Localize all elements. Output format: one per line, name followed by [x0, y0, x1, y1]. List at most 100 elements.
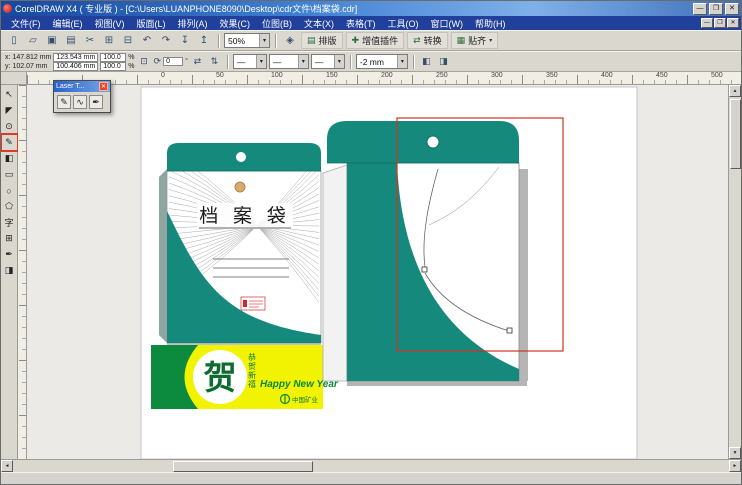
horizontal-ruler[interactable]: 050100150200250300350400450500 — [27, 72, 741, 85]
layout-button[interactable]: ▤排版 — [301, 32, 343, 49]
document-restore-button[interactable]: ❐ — [714, 18, 726, 28]
mirror-horizontal-button[interactable]: ⇄ — [190, 54, 205, 69]
fill-settings-button[interactable]: ◨ — [436, 54, 451, 69]
maximize-button[interactable]: ❐ — [709, 3, 723, 15]
undo-icon[interactable]: ↶ — [138, 32, 156, 49]
ruler-origin-corner[interactable] — [1, 72, 27, 85]
smart-fill-tool[interactable]: ◧ — [2, 151, 17, 166]
scroll-up-button[interactable]: ▲ — [729, 85, 741, 97]
menu-item-4[interactable]: 版面(L) — [131, 17, 172, 30]
scale-x-field[interactable]: 100.0 — [100, 53, 126, 62]
horizontal-scrollbar[interactable]: ◄ ► — [1, 459, 741, 472]
mirror-vertical-button[interactable]: ⇅ — [207, 54, 222, 69]
rectangle-tool[interactable]: ▭ — [2, 167, 17, 182]
arrow-end-combo[interactable]: — ▾ — [311, 54, 345, 69]
import-icon[interactable]: ↧ — [176, 32, 194, 49]
lock-ratio-button[interactable]: ⊡ — [137, 54, 152, 69]
zoom-level-value: 50% — [228, 36, 245, 46]
arrow-start-combo[interactable]: — ▾ — [233, 54, 267, 69]
object-position-fields[interactable]: x:147.812 mm y:102.07 mm — [5, 53, 51, 71]
pen-tool[interactable]: ✒ — [89, 95, 103, 109]
object-size-fields[interactable]: 123.543 mm 100.406 mm — [53, 53, 98, 71]
snap-icon: ▦ — [457, 35, 466, 46]
object-scale-fields[interactable]: 100.0% 100.0% — [100, 53, 134, 71]
scroll-right-button[interactable]: ► — [729, 460, 741, 472]
line-style-combo[interactable]: — ▾ — [269, 54, 309, 69]
convert-button[interactable]: ⇄转换 — [407, 32, 448, 49]
table-tool[interactable]: ⊞ — [2, 231, 17, 246]
new-document-icon[interactable]: ▯ — [5, 32, 23, 49]
left-envelope-hole — [236, 152, 246, 162]
save-icon[interactable]: ▣ — [43, 32, 61, 49]
cut-icon[interactable]: ✂ — [81, 32, 99, 49]
chevron-down-icon: ▾ — [256, 55, 266, 68]
right-envelope-gusset — [323, 165, 347, 381]
scroll-left-button[interactable]: ◄ — [1, 460, 13, 472]
polygon-tool[interactable]: ⬠ — [2, 199, 17, 214]
toolbar-separator — [275, 34, 276, 48]
left-envelope[interactable]: 档 案 袋 — [159, 143, 321, 347]
right-envelope[interactable] — [323, 121, 528, 386]
curve-node-handle[interactable] — [422, 267, 427, 272]
new-year-banner[interactable]: 贺 恭贺新禧 Happy New Year 中国矿业 — [151, 345, 339, 409]
menu-item-6[interactable]: 效果(C) — [214, 17, 257, 30]
chevron-down-icon: ▾ — [334, 55, 344, 68]
height-field[interactable]: 100.406 mm — [53, 62, 98, 71]
rotate-icon: ⟳ — [154, 56, 162, 67]
paste-icon[interactable]: ⊟ — [119, 32, 137, 49]
vertical-scroll-thumb[interactable] — [730, 99, 741, 169]
plugins-button[interactable]: ✚增值插件 — [346, 32, 405, 49]
vertical-ruler[interactable] — [18, 85, 27, 459]
menu-item-9[interactable]: 表格(T) — [340, 17, 382, 30]
zoom-level-combo[interactable]: 50% ▾ — [224, 33, 270, 48]
degree-label: ° — [185, 58, 188, 65]
menu-item-12[interactable]: 帮助(H) — [469, 17, 512, 30]
freehand-tool[interactable]: ✎ — [2, 135, 17, 150]
ellipse-tool[interactable]: ○ — [2, 183, 17, 198]
outline-pen-tool[interactable]: ✒ — [2, 247, 17, 262]
redo-icon[interactable]: ↷ — [157, 32, 175, 49]
horizontal-scroll-thumb[interactable] — [173, 461, 313, 472]
scale-y-field[interactable]: 100.0 — [100, 62, 126, 71]
scroll-down-button[interactable]: ▼ — [729, 447, 741, 459]
outline-width-combo[interactable]: -2 mm ▾ — [356, 54, 408, 69]
pick-tool[interactable]: ↖ — [2, 87, 17, 102]
width-field[interactable]: 123.543 mm — [53, 53, 98, 62]
mining-logo-label: 中国矿业 — [292, 395, 319, 404]
palette-title-bar[interactable]: Laser T... ✕ — [54, 81, 110, 92]
rotation-angle-field[interactable]: 0 — [163, 57, 183, 66]
minimize-button[interactable]: — — [693, 3, 707, 15]
snap-button[interactable]: ▦贴齐▾ — [451, 32, 499, 49]
menu-item-11[interactable]: 窗口(W) — [425, 17, 470, 30]
palette-close-button[interactable]: ✕ — [99, 82, 108, 91]
zoom-tool[interactable]: ⊙ — [2, 119, 17, 134]
print-icon[interactable]: ▤ — [62, 32, 80, 49]
percent-label: % — [128, 53, 134, 62]
close-button[interactable]: ✕ — [725, 3, 739, 15]
open-icon[interactable]: ▱ — [24, 32, 42, 49]
application-launcher-icon[interactable]: ◈ — [281, 32, 299, 49]
menu-item-10[interactable]: 工具(O) — [382, 17, 425, 30]
menu-item-2[interactable]: 编辑(E) — [47, 17, 89, 30]
outline-settings-button[interactable]: ◧ — [419, 54, 434, 69]
document-close-button[interactable]: ✕ — [727, 18, 739, 28]
freehand-curve-tool[interactable]: ✎ — [57, 95, 71, 109]
curve-node-handle[interactable] — [507, 328, 512, 333]
vertical-scrollbar[interactable]: ▲ ▼ — [728, 85, 741, 459]
laser-tool-palette[interactable]: Laser T... ✕ ✎∿✒ — [53, 80, 111, 113]
shape-tool[interactable]: ◤ — [2, 103, 17, 118]
document-minimize-button[interactable]: — — [701, 18, 713, 28]
menu-item-3[interactable]: 视图(V) — [89, 17, 131, 30]
drawing-canvas[interactable]: 档 案 袋 — [27, 85, 728, 459]
copy-icon[interactable]: ⊞ — [100, 32, 118, 49]
menu-item-1[interactable]: 文件(F) — [5, 17, 47, 30]
text-tool[interactable]: 字 — [2, 215, 17, 230]
menu-item-7[interactable]: 位图(B) — [256, 17, 298, 30]
menu-item-5[interactable]: 排列(A) — [172, 17, 214, 30]
export-icon[interactable]: ↥ — [195, 32, 213, 49]
x-label: x: — [5, 53, 10, 62]
fill-tool[interactable]: ◨ — [2, 263, 17, 278]
right-envelope-flap — [327, 121, 519, 163]
bezier-tool[interactable]: ∿ — [73, 95, 87, 109]
menu-item-8[interactable]: 文本(X) — [298, 17, 340, 30]
